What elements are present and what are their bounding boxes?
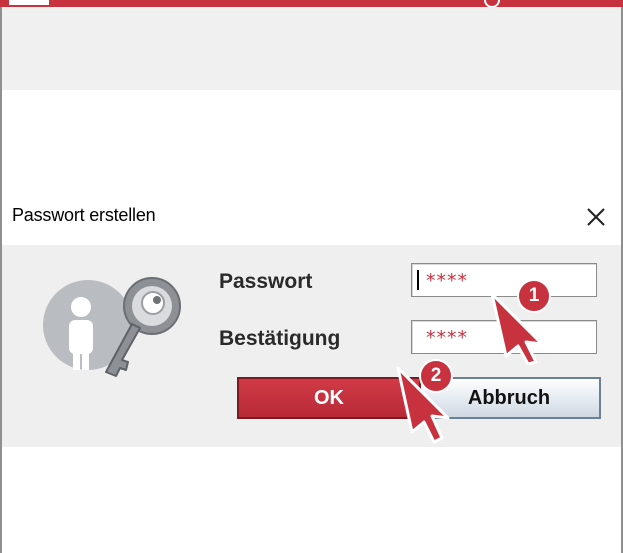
password-value: **** [426, 270, 468, 292]
top-red-bar [0, 0, 623, 8]
close-icon [587, 208, 605, 226]
background-gray-band [2, 7, 621, 90]
confirm-label: Bestätigung [219, 327, 341, 350]
top-bar-box [8, 0, 50, 6]
password-label: Passwort [219, 270, 313, 293]
step-1-number: 1 [528, 285, 540, 306]
confirm-value: **** [426, 327, 468, 349]
step-1-badge: 1 [517, 279, 551, 313]
close-button[interactable] [583, 204, 609, 230]
dialog-title: Passwort erstellen [12, 205, 156, 225]
step-2-badge: 2 [419, 359, 453, 393]
user-key-icon [40, 270, 190, 380]
ok-button-label: OK [314, 386, 344, 409]
text-caret [417, 270, 419, 290]
step-2-number: 2 [430, 365, 442, 386]
